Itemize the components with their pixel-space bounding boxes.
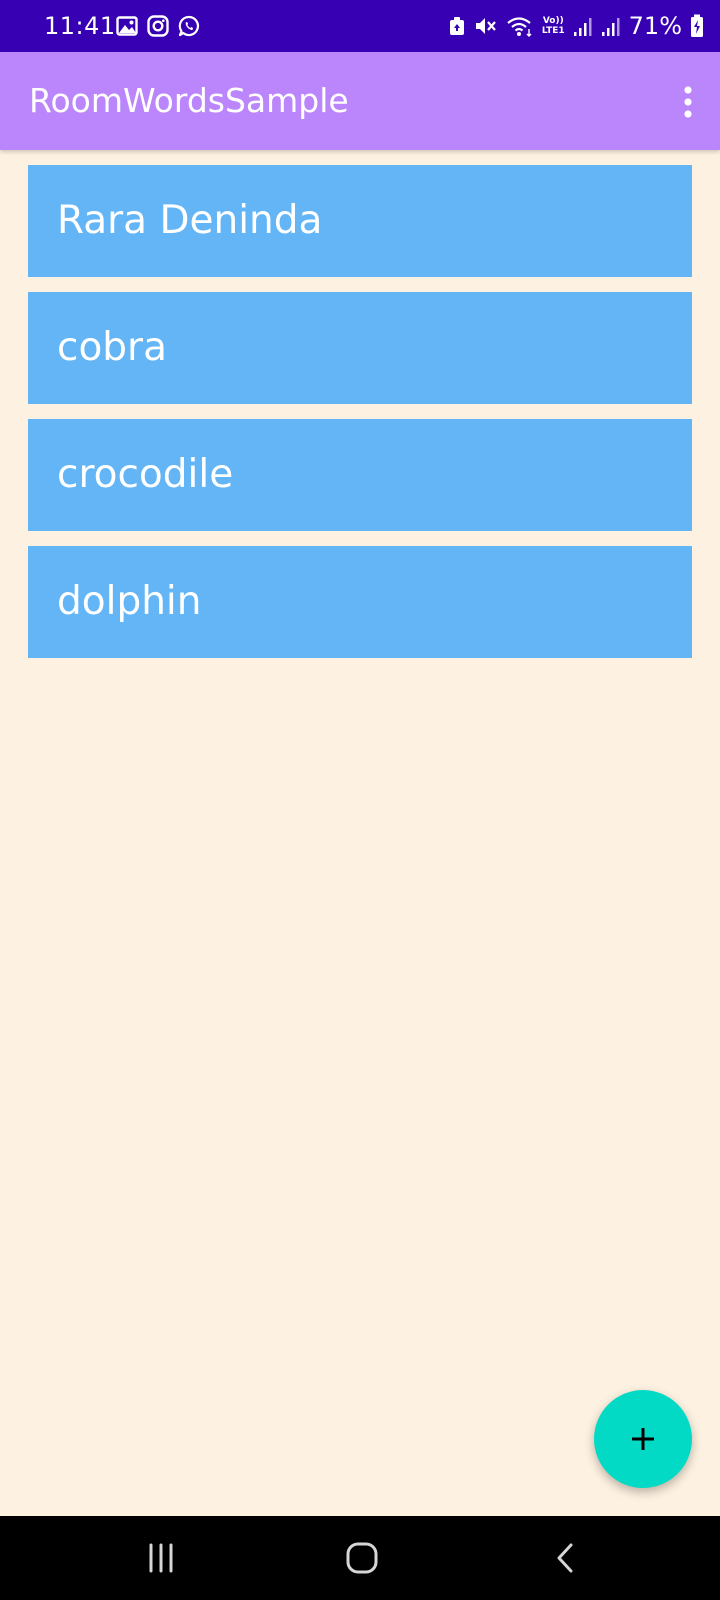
word-text: Rara Deninda [57,198,323,243]
word-text: crocodile [57,452,234,497]
navigation-bar [0,1516,720,1600]
list-item[interactable]: crocodile [28,419,692,531]
more-vert-icon[interactable] [678,84,698,120]
signal-icon [573,18,592,36]
volte-icon: Vo)) LTE1 [542,16,565,36]
battery-percentage: 71% [628,12,682,40]
status-time: 11:41 [44,12,116,40]
volte-top-label: Vo)) [542,16,564,26]
plus-icon [632,1428,654,1450]
recents-icon[interactable] [141,1540,181,1576]
whatsapp-icon [178,15,200,37]
signal-icon [601,18,620,36]
wifi-icon [507,17,532,37]
mute-icon [475,18,496,34]
add-word-button[interactable] [594,1390,692,1488]
data-saver-icon [449,17,464,35]
app-title: RoomWordsSample [29,81,349,120]
list-item[interactable]: dolphin [28,546,692,658]
status-system-icons: Vo)) LTE1 71% [448,11,704,41]
status-notification-icons [116,15,200,37]
word-text: cobra [57,325,167,370]
list-item[interactable]: Rara Deninda [28,165,692,277]
back-icon[interactable] [546,1540,586,1576]
word-list: Rara Deninda cobra crocodile dolphin [28,165,692,673]
home-icon[interactable] [342,1540,382,1576]
word-text: dolphin [57,579,202,624]
list-item[interactable]: cobra [28,292,692,404]
app-bar: RoomWordsSample [0,52,720,150]
status-bar: 11:41 Vo)) LTE1 71% [0,0,720,52]
gallery-icon [116,16,138,36]
volte-bottom-label: LTE1 [541,26,565,36]
instagram-icon [147,15,169,37]
battery-charging-icon [691,14,703,37]
